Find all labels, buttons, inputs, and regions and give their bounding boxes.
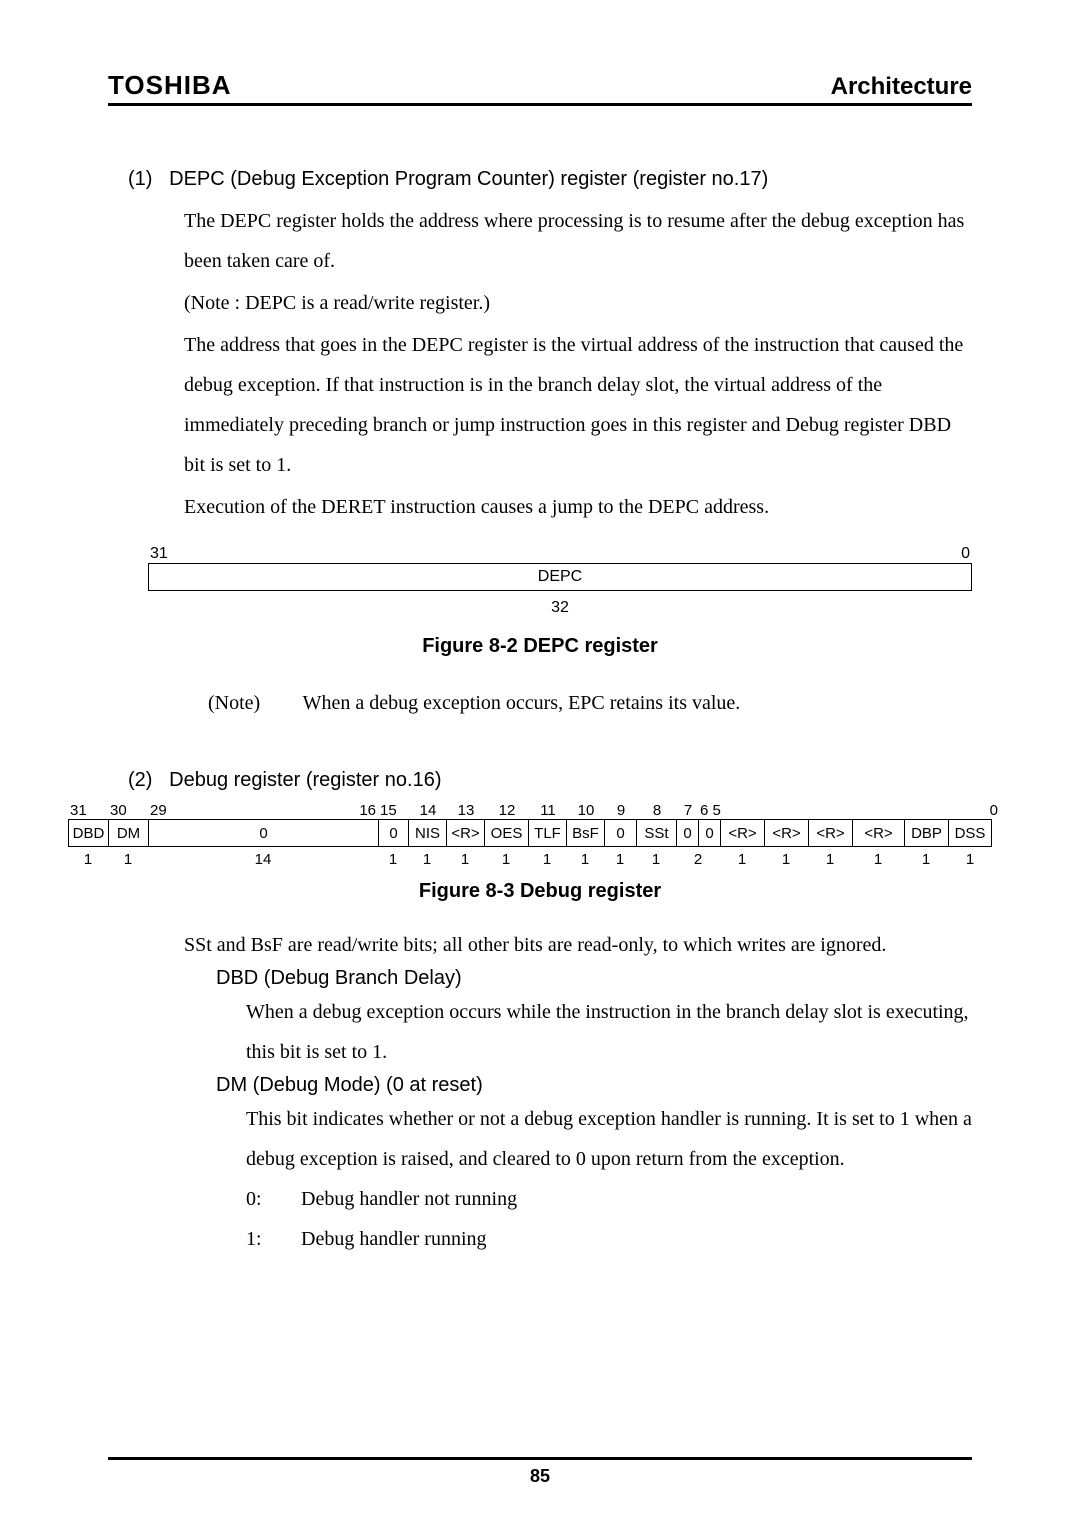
depc-width: 32 <box>148 599 972 617</box>
bit-16: 16 <box>348 802 378 819</box>
fld-r13: <R> <box>446 819 484 847</box>
figure-8-3-caption: Figure 8-3 Debug register <box>108 880 972 903</box>
section-1-p1: The DEPC register holds the address wher… <box>184 201 972 281</box>
w-dbd: 1 <box>68 847 108 868</box>
section-1-num: (1) <box>128 168 152 190</box>
fld-zero-7: 0 <box>676 819 698 847</box>
bit-spacer1 <box>728 802 772 819</box>
bit-0: 0 <box>956 802 1000 819</box>
w-r5: 1 <box>720 847 764 868</box>
figure-8-2-caption: Figure 8-2 DEPC register <box>108 635 972 658</box>
w-dss: 1 <box>948 847 992 868</box>
fld-r5: <R> <box>720 819 764 847</box>
bit-10: 10 <box>566 802 604 819</box>
section-1-p2: The address that goes in the DEPC regist… <box>184 325 972 485</box>
debug-width-row: 1 1 14 1 1 1 1 1 1 1 1 2 1 1 1 1 1 1 <box>68 847 1012 868</box>
w-r13: 1 <box>446 847 484 868</box>
w-tlf: 1 <box>528 847 566 868</box>
fld-r2: <R> <box>852 819 904 847</box>
w-14: 14 <box>148 847 378 868</box>
section-1-heading: (1) DEPC (Debug Exception Program Counte… <box>128 168 972 191</box>
dm-value-0-num: 0: <box>246 1179 296 1219</box>
fld-zero-9: 0 <box>604 819 636 847</box>
w-dbp: 1 <box>904 847 948 868</box>
dbd-heading: DBD (Debug Branch Delay) <box>216 967 972 990</box>
w-bsf: 1 <box>566 847 604 868</box>
bit-spacer3 <box>816 802 860 819</box>
w-r4: 1 <box>764 847 808 868</box>
section-2-num: (2) <box>128 769 152 791</box>
fld-zero-15: 0 <box>378 819 408 847</box>
bit-29: 29 <box>148 802 348 819</box>
dm-body: This bit indicates whether or not a debu… <box>246 1099 972 1179</box>
bit-spacer4 <box>860 802 912 819</box>
page-number: 85 <box>530 1466 550 1486</box>
bit-11: 11 <box>528 802 566 819</box>
dm-value-1-num: 1: <box>246 1219 296 1259</box>
w-oes: 1 <box>484 847 528 868</box>
section-1-p3: Execution of the DERET instruction cause… <box>184 487 972 527</box>
mid-note-text: When a debug exception occurs, EPC retai… <box>303 692 741 714</box>
bit-65: 6 5 <box>698 802 728 819</box>
w-76: 2 <box>676 847 720 868</box>
bit-13: 13 <box>446 802 484 819</box>
fld-dbd: DBD <box>68 819 108 847</box>
page-footer: 85 <box>108 1457 972 1487</box>
w-sst: 1 <box>636 847 676 868</box>
dm-value-1-text: Debug handler running <box>301 1228 487 1250</box>
debug-register-diagram: 31 30 29 16 15 14 13 12 11 10 9 8 7 6 5 … <box>68 802 1012 868</box>
bit-spacer2 <box>772 802 816 819</box>
section-title: Architecture <box>831 73 972 101</box>
section-2-title: Debug register (register no.16) <box>169 769 441 791</box>
depc-bit-hi: 31 <box>150 545 168 563</box>
bit-30: 30 <box>108 802 148 819</box>
w-r3: 1 <box>808 847 852 868</box>
fld-bsf: BsF <box>566 819 604 847</box>
w-r2: 1 <box>852 847 904 868</box>
debug-field-row: DBD DM 0 0 NIS <R> OES TLF BsF 0 SSt 0 0… <box>68 819 1012 847</box>
debug-bit-header: 31 30 29 16 15 14 13 12 11 10 9 8 7 6 5 … <box>68 802 1012 819</box>
bit-9: 9 <box>604 802 636 819</box>
depc-bit-lo: 0 <box>961 545 970 563</box>
dm-value-0-text: Debug handler not running <box>301 1188 517 1210</box>
w-nis: 1 <box>408 847 446 868</box>
bit-15: 15 <box>378 802 408 819</box>
fld-dbp: DBP <box>904 819 948 847</box>
page-header: TOSHIBA Architecture <box>108 70 972 106</box>
bit-8: 8 <box>636 802 676 819</box>
fld-zero-29-16: 0 <box>148 819 378 847</box>
bit-12: 12 <box>484 802 528 819</box>
fld-dm: DM <box>108 819 148 847</box>
bit-14: 14 <box>408 802 446 819</box>
bit-31: 31 <box>68 802 108 819</box>
depc-field: DEPC <box>148 563 972 591</box>
fld-r4: <R> <box>764 819 808 847</box>
fld-nis: NIS <box>408 819 446 847</box>
fld-r3: <R> <box>808 819 852 847</box>
mid-note: (Note) When a debug exception occurs, EP… <box>208 692 972 715</box>
dbd-body: When a debug exception occurs while the … <box>246 992 972 1072</box>
fld-oes: OES <box>484 819 528 847</box>
w-9: 1 <box>604 847 636 868</box>
depc-register-diagram: 31 0 DEPC 32 <box>148 545 972 617</box>
bit-spacer5 <box>912 802 956 819</box>
brand-logo: TOSHIBA <box>108 70 232 101</box>
fld-zero-6: 0 <box>698 819 720 847</box>
bit-7: 7 <box>676 802 698 819</box>
dm-value-1: 1: Debug handler running <box>246 1219 972 1259</box>
section-1-note: (Note : DEPC is a read/write register.) <box>184 283 972 323</box>
rw-note: SSt and BsF are read/write bits; all oth… <box>184 925 972 965</box>
fld-dss: DSS <box>948 819 992 847</box>
section-1-title: DEPC (Debug Exception Program Counter) r… <box>169 168 768 190</box>
mid-note-label: (Note) <box>208 692 298 715</box>
dm-heading: DM (Debug Mode) (0 at reset) <box>216 1074 972 1097</box>
w-15: 1 <box>378 847 408 868</box>
fld-tlf: TLF <box>528 819 566 847</box>
w-dm: 1 <box>108 847 148 868</box>
section-2-heading: (2) Debug register (register no.16) <box>128 769 972 792</box>
dm-value-0: 0: Debug handler not running <box>246 1179 972 1219</box>
fld-sst: SSt <box>636 819 676 847</box>
